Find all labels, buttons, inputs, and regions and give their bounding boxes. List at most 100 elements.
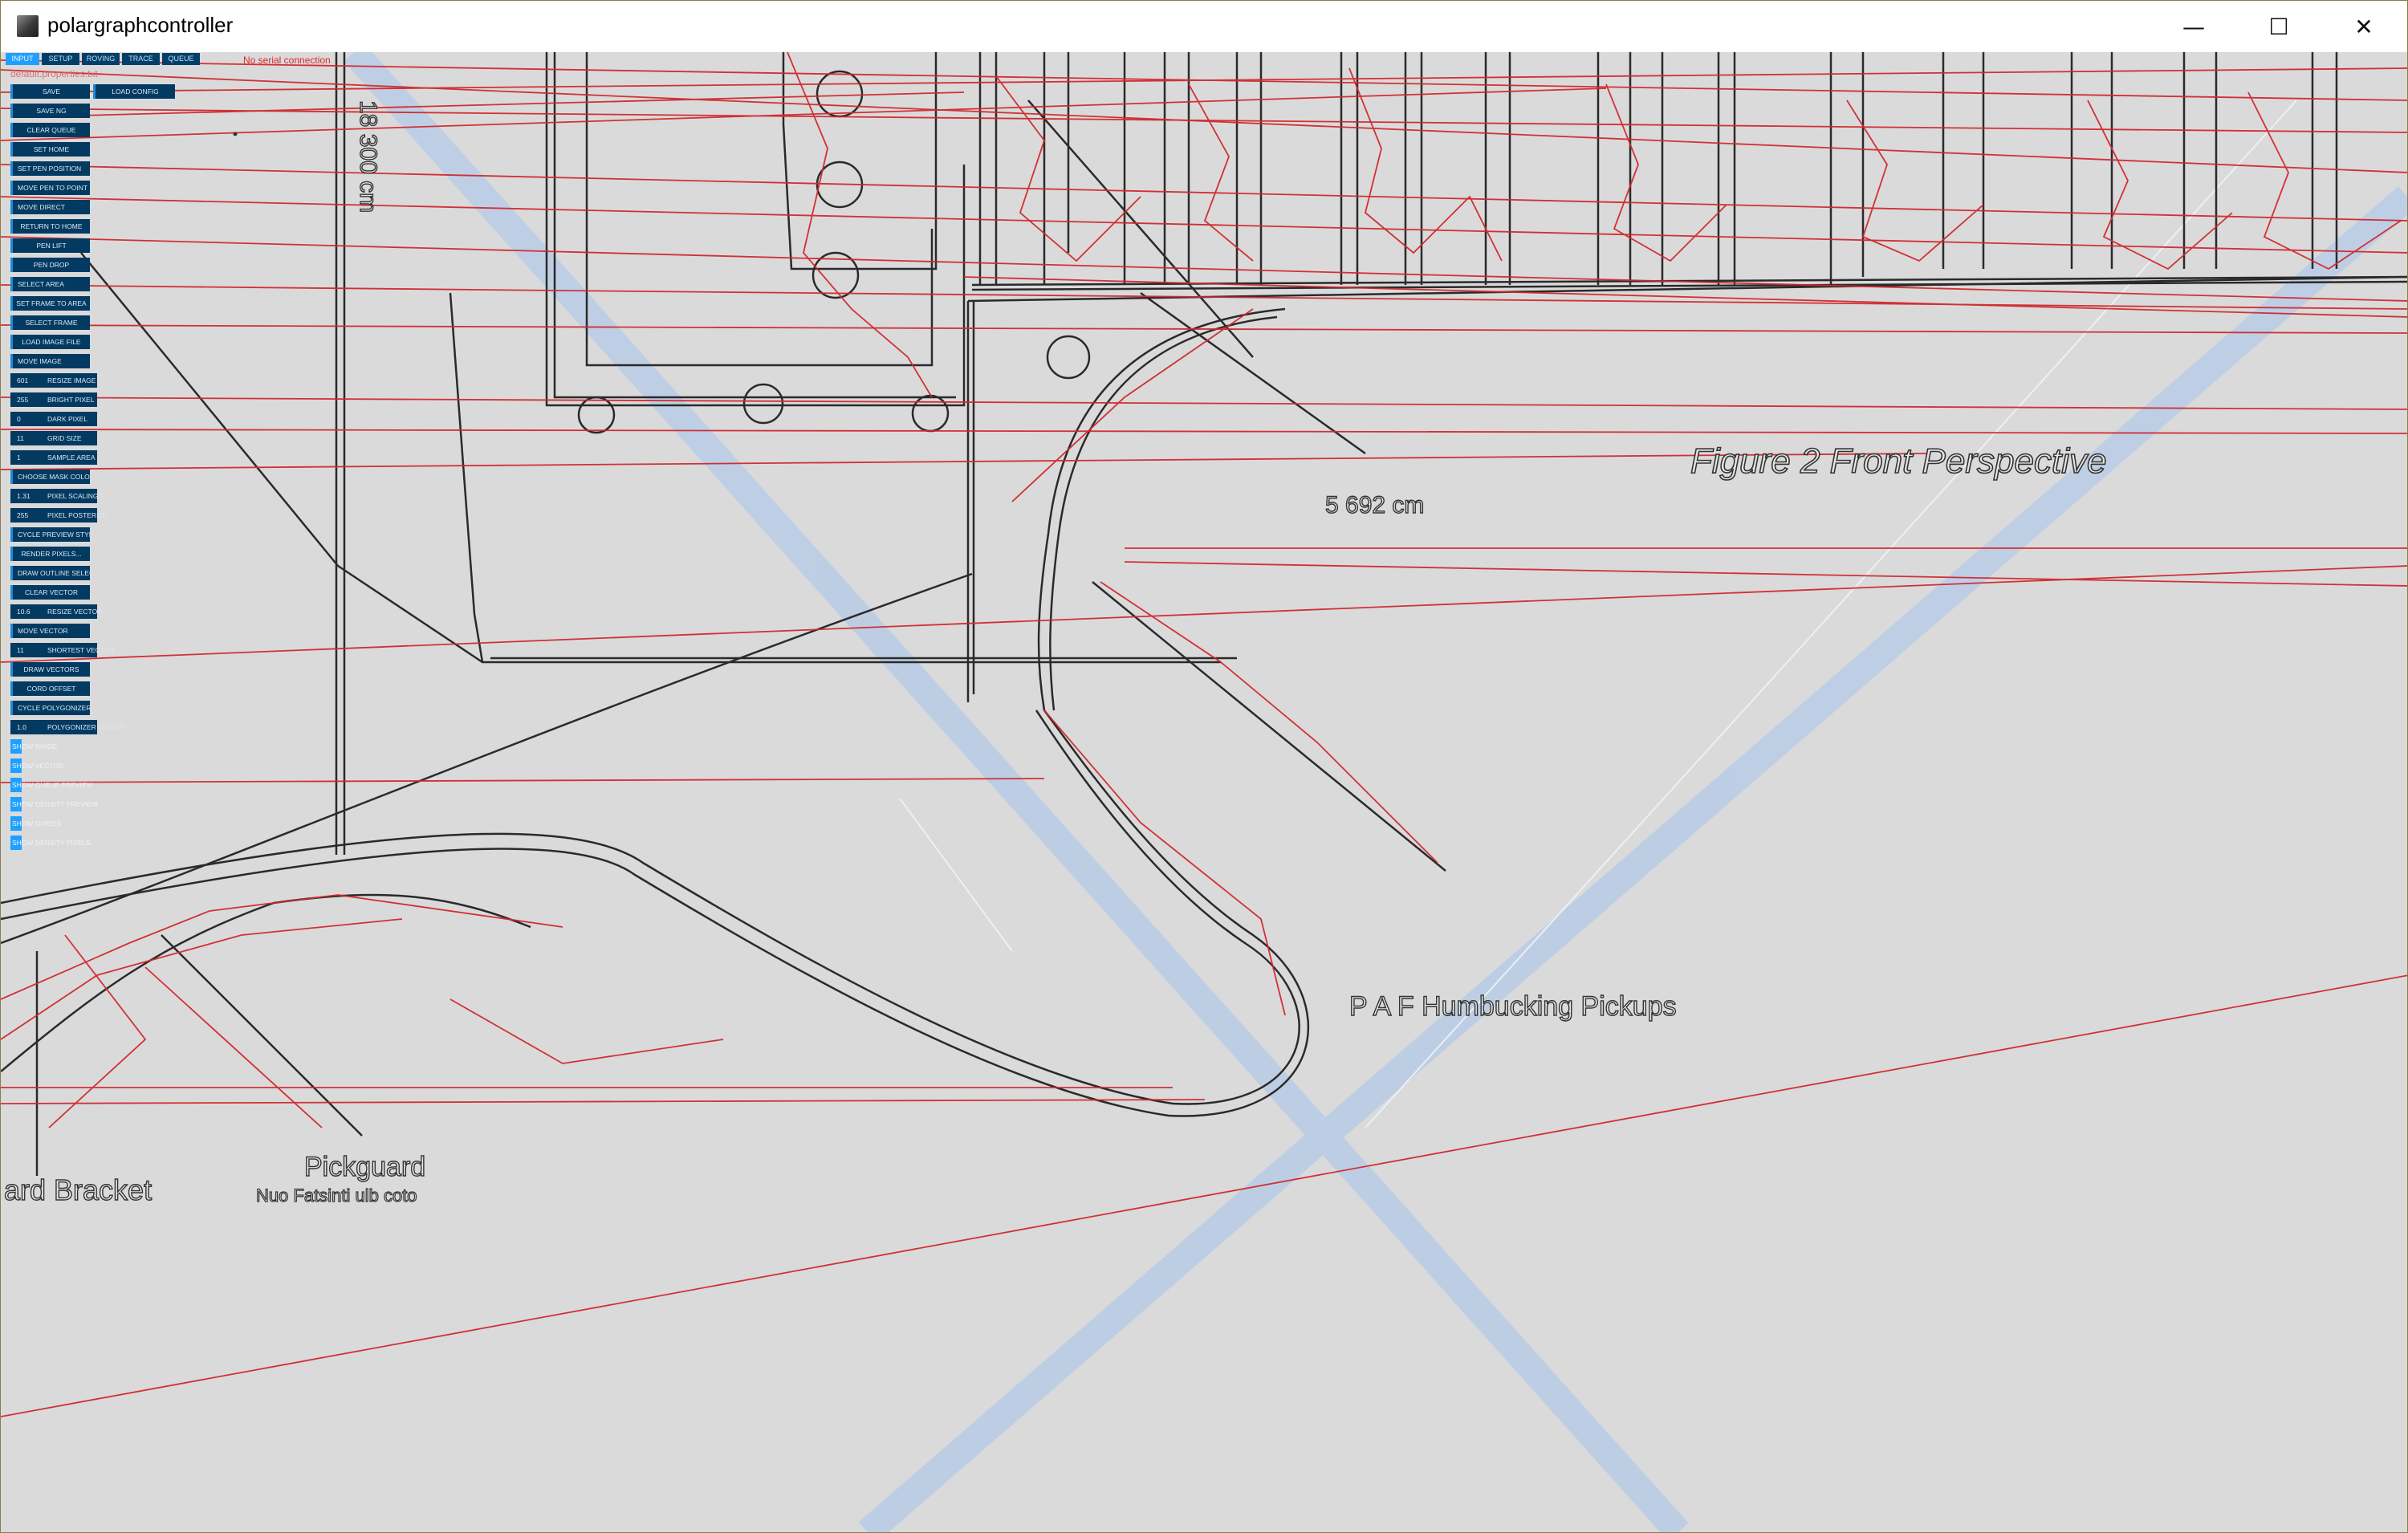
toggle-label: SHOW VECTOR [12, 762, 64, 770]
tab-input[interactable]: INPUT [6, 53, 39, 65]
load-config-button[interactable]: LOAD CONFIG [93, 84, 175, 99]
render-pixels-button[interactable]: RENDER PIXELS... [10, 547, 90, 561]
tab-queue[interactable]: QUEUE [162, 53, 200, 65]
pickguard-sublabel: Nuo Fatsinti ulb coto [256, 1185, 417, 1206]
toggle-label: SHOW IMAGE [12, 742, 58, 750]
clear-vector-button[interactable]: CLEAR VECTOR [10, 585, 90, 600]
polygonizer-length-field[interactable]: 1.0 POLYGONIZER LENGTH [10, 720, 126, 734]
field-label: DARK PIXEL [47, 415, 88, 423]
pickups-label: P A F Humbucking Pickups [1349, 991, 1677, 1022]
tab-trace[interactable]: TRACE [122, 53, 160, 65]
field-label: RESIZE IMAGE [47, 376, 96, 384]
pixel-scaling-field[interactable]: 1.31 PIXEL SCALING [10, 489, 99, 503]
tab-bar: INPUT SETUP ROVING TRACE QUEUE [6, 53, 200, 65]
draw-vectors-button[interactable]: DRAW VECTORS [10, 662, 90, 677]
field-value: 11 [17, 434, 24, 442]
field-value: 255 [17, 511, 29, 519]
show-density-pixels-toggle[interactable]: SHOW DENSITY PIXELS [10, 836, 91, 850]
field-label: GRID SIZE [47, 434, 82, 442]
save-ng-button[interactable]: SAVE NG [10, 104, 90, 118]
field-value: 601 [17, 376, 29, 384]
maximize-button[interactable]: ☐ [2237, 1, 2321, 52]
properties-file-label: default.properties.txt [10, 68, 98, 79]
screw [1046, 335, 1091, 380]
queue-preview-lines [1, 52, 2407, 1417]
set-home-button[interactable]: SET HOME [10, 142, 90, 157]
screw [742, 383, 784, 425]
show-guides-toggle[interactable]: SHOW GUIDES [10, 816, 91, 831]
return-to-home-button[interactable]: RETURN TO HOME [10, 219, 90, 234]
set-pen-position-button[interactable]: SET PEN POSITION [10, 161, 90, 176]
cycle-polygonizer-button[interactable]: CYCLE POLYGONIZER: 1 [10, 701, 90, 715]
draw-outline-selected-button[interactable]: DRAW OUTLINE SELECTED [10, 566, 90, 580]
field-value: 0 [17, 415, 21, 423]
toggle-label: SHOW GUIDES [12, 819, 62, 827]
show-density-preview-toggle[interactable]: SHOW DENSITY PREVIEW [10, 797, 98, 811]
field-label: BRIGHT PIXEL [47, 396, 95, 404]
resize-image-field[interactable]: 601 RESIZE IMAGE [10, 373, 97, 388]
field-value: 1.0 [17, 723, 26, 731]
select-frame-button[interactable]: SELECT FRAME [10, 315, 90, 330]
field-value: 1 [17, 453, 21, 462]
close-button[interactable]: ✕ [2322, 1, 2406, 52]
dimension-label-vertical: 18 300 cm [355, 100, 381, 213]
figure-caption: Figure 2 Front Perspective [1690, 441, 2106, 481]
cord-offset-button[interactable]: CORD OFFSET [10, 681, 90, 696]
screw [911, 394, 950, 433]
tab-setup[interactable]: SETUP [42, 53, 79, 65]
field-value: 255 [17, 396, 29, 404]
field-label: SAMPLE AREA [47, 453, 96, 462]
drawing-canvas[interactable]: Figure 2 Front Perspective 5 692 cm 18 3… [1, 52, 2407, 1532]
vector-curve [1, 893, 531, 1072]
vector-line [161, 934, 363, 1137]
set-frame-to-area-button[interactable]: SET FRAME TO AREA [10, 296, 90, 311]
move-pen-to-point-button[interactable]: MOVE PEN TO POINT [10, 181, 90, 195]
serial-status: No serial connection [243, 55, 331, 66]
field-label: PIXEL SCALING [47, 492, 99, 500]
move-vector-button[interactable]: MOVE VECTOR [10, 624, 90, 638]
tab-roving[interactable]: ROVING [82, 53, 120, 65]
grid-size-field[interactable]: 11 GRID SIZE [10, 431, 97, 445]
pen-lift-button[interactable]: PEN LIFT [10, 238, 90, 253]
save-button[interactable]: SAVE [10, 84, 90, 99]
load-image-file-button[interactable]: LOAD IMAGE FILE [10, 335, 90, 349]
screw [577, 396, 616, 434]
window-title: polargraphcontroller [47, 13, 234, 37]
pixel-posterize-field[interactable]: 255 PIXEL POSTERIZE [10, 508, 107, 523]
app-icon [17, 15, 39, 37]
dimension-label: 5 692 cm [1325, 492, 1424, 518]
dark-pixel-field[interactable]: 0 DARK PIXEL [10, 412, 97, 426]
vector-curve [1049, 315, 1278, 711]
title-bar[interactable]: polargraphcontroller — ☐ ✕ [1, 1, 2407, 52]
choose-mask-colour-button[interactable]: CHOOSE MASK COLOUR [10, 470, 90, 484]
pickguard-label: Pickguard [304, 1152, 425, 1182]
field-value: 1.31 [17, 492, 31, 500]
show-queue-preview-toggle[interactable]: SHOW QUEUE PREVIEW [10, 778, 93, 792]
move-image-button[interactable]: MOVE IMAGE [10, 354, 90, 368]
shortest-vector-field[interactable]: 11 SHORTEST VECTOR [10, 643, 115, 657]
resize-vector-field[interactable]: 10.6 RESIZE VECTOR [10, 604, 102, 619]
pen-drop-button[interactable]: PEN DROP [10, 258, 90, 272]
select-area-button[interactable]: SELECT AREA [10, 277, 90, 291]
vector-path [585, 52, 934, 367]
bright-pixel-field[interactable]: 255 BRIGHT PIXEL [10, 392, 97, 407]
toggle-label: SHOW QUEUE PREVIEW [12, 781, 93, 789]
move-direct-button[interactable]: MOVE DIRECT [10, 200, 90, 214]
marker-dot [233, 132, 238, 136]
vector-line [1140, 291, 1366, 455]
clear-queue-button[interactable]: CLEAR QUEUE [10, 123, 90, 137]
field-value: 10.6 [17, 608, 31, 616]
toggle-label: SHOW DENSITY PIXELS [12, 839, 91, 847]
minimize-button[interactable]: — [2152, 1, 2235, 52]
sample-area-field[interactable]: 1 SAMPLE AREA [10, 450, 97, 465]
screw [816, 70, 864, 118]
cycle-preview-style-button[interactable]: CYCLE PREVIEW STYLE: 1 [10, 527, 90, 542]
app-window: polargraphcontroller — ☐ ✕ Figure 2 Fron… [0, 0, 2408, 1533]
canvas-artwork: Figure 2 Front Perspective 5 692 cm 18 3… [1, 52, 2407, 1532]
field-label: RESIZE VECTOR [47, 608, 103, 616]
show-image-toggle[interactable]: SHOW IMAGE [10, 739, 91, 754]
field-label: PIXEL POSTERIZE [47, 511, 108, 519]
field-value: 11 [17, 646, 24, 654]
toggle-label: SHOW DENSITY PREVIEW [12, 800, 99, 808]
show-vector-toggle[interactable]: SHOW VECTOR [10, 758, 91, 773]
